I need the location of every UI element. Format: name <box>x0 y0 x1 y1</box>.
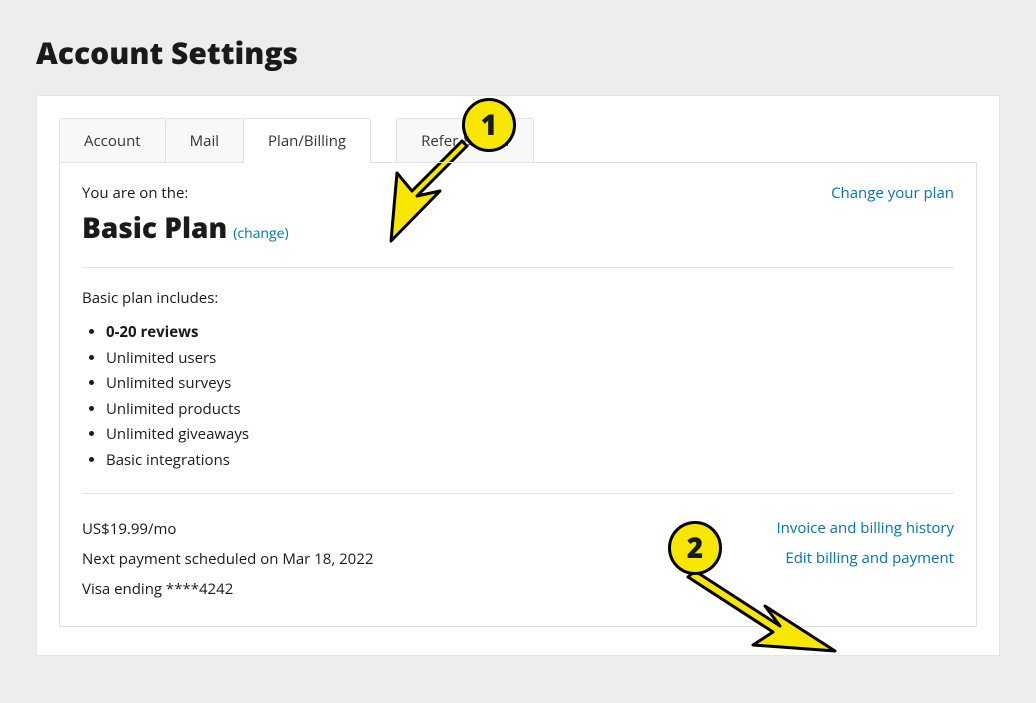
page-title: Account Settings <box>36 32 1036 73</box>
plan-intro-text: You are on the: <box>82 183 289 203</box>
change-plan-link[interactable]: Change your plan <box>831 183 954 203</box>
plan-feature: Unlimited giveaways <box>106 422 954 448</box>
divider <box>82 493 954 494</box>
plan-feature: Basic integrations <box>106 448 954 474</box>
billing-next-payment: Next payment scheduled on Mar 18, 2022 <box>82 544 373 574</box>
change-plan-inline-wrap: (change) <box>233 224 288 243</box>
plan-name: Basic Plan <box>82 209 227 247</box>
tab-mail[interactable]: Mail <box>165 118 244 163</box>
tab-plan-billing[interactable]: Plan/Billing <box>243 118 371 163</box>
tab-content: You are on the: Basic Plan (change) Chan… <box>59 162 977 627</box>
plan-feature: Unlimited surveys <box>106 371 954 397</box>
plan-feature: Unlimited users <box>106 346 954 372</box>
plan-feature: Unlimited products <box>106 397 954 423</box>
billing-price: US$19.99/mo <box>82 514 373 544</box>
tab-refer-earn[interactable]: Refer & Earn <box>396 118 534 163</box>
billing-card: Visa ending ****4242 <box>82 574 373 604</box>
plan-feature: 0-20 reviews <box>106 320 954 346</box>
tab-account[interactable]: Account <box>59 118 166 163</box>
change-plan-inline-link[interactable]: change <box>237 224 284 243</box>
plan-feature-list: 0-20 reviews Unlimited users Unlimited s… <box>82 320 954 473</box>
edit-billing-link[interactable]: Edit billing and payment <box>776 548 954 568</box>
invoice-history-link[interactable]: Invoice and billing history <box>776 518 954 538</box>
settings-panel: Account Mail Plan/Billing Refer & Earn Y… <box>36 95 1000 656</box>
divider <box>82 267 954 268</box>
tabs-bar: Account Mail Plan/Billing Refer & Earn <box>59 118 999 163</box>
plan-includes-label: Basic plan includes: <box>82 288 954 308</box>
